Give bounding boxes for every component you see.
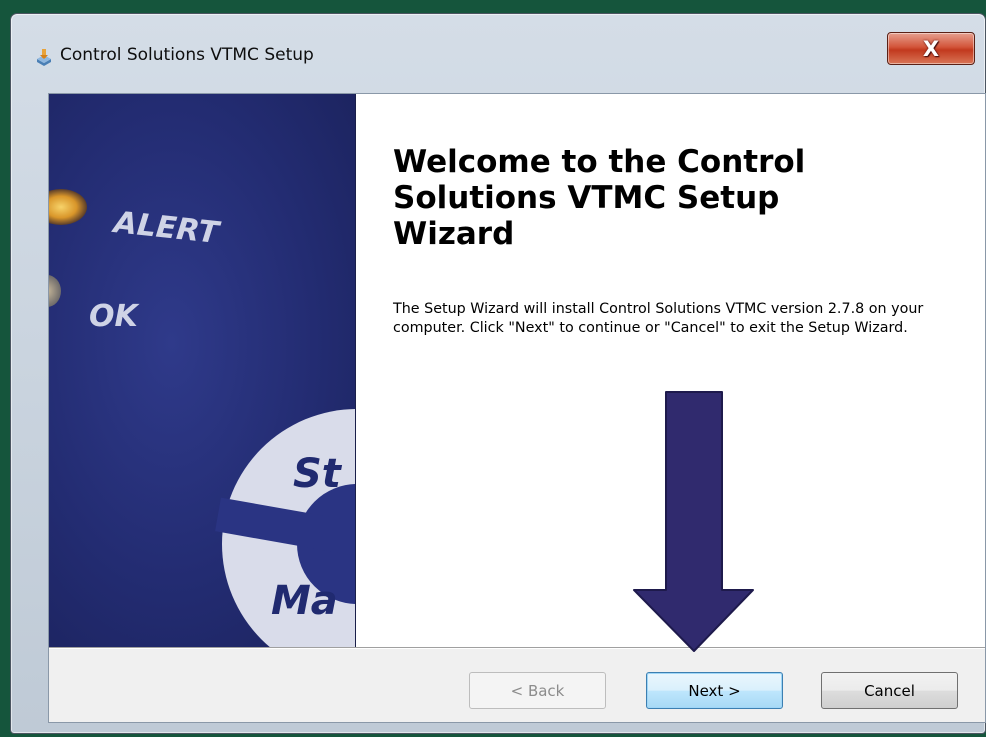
wizard-body: ALERT OK St Ma Welcome to the Control So… <box>48 93 986 723</box>
window-title: Control Solutions VTMC Setup <box>60 45 314 65</box>
back-button[interactable]: < Back <box>469 672 606 709</box>
title-bar[interactable]: Control Solutions VTMC Setup <box>11 14 985 80</box>
dial-label-bottom: Ma <box>271 578 338 624</box>
ok-label: OK <box>89 299 141 334</box>
welcome-content: Welcome to the Control Solutions VTMC Se… <box>357 94 985 647</box>
side-panel-image: ALERT OK St Ma <box>49 94 356 647</box>
welcome-heading: Welcome to the Control Solutions VTMC Se… <box>393 144 806 252</box>
next-button[interactable]: Next > <box>646 672 783 709</box>
ok-led <box>49 275 61 307</box>
cancel-button[interactable]: Cancel <box>821 672 958 709</box>
alert-label: ALERT <box>110 205 223 251</box>
close-button[interactable]: X <box>887 32 975 65</box>
button-bar: < Back Next > Cancel <box>49 647 985 722</box>
welcome-description: The Setup Wizard will install Control So… <box>393 301 924 336</box>
close-icon: X <box>922 36 940 61</box>
dial-label-top: St <box>293 451 343 497</box>
installer-icon <box>35 48 53 66</box>
alert-led <box>49 189 87 225</box>
setup-window: Control Solutions VTMC Setup X ALERT OK … <box>10 13 986 734</box>
dial-graphic: St Ma <box>215 409 355 647</box>
